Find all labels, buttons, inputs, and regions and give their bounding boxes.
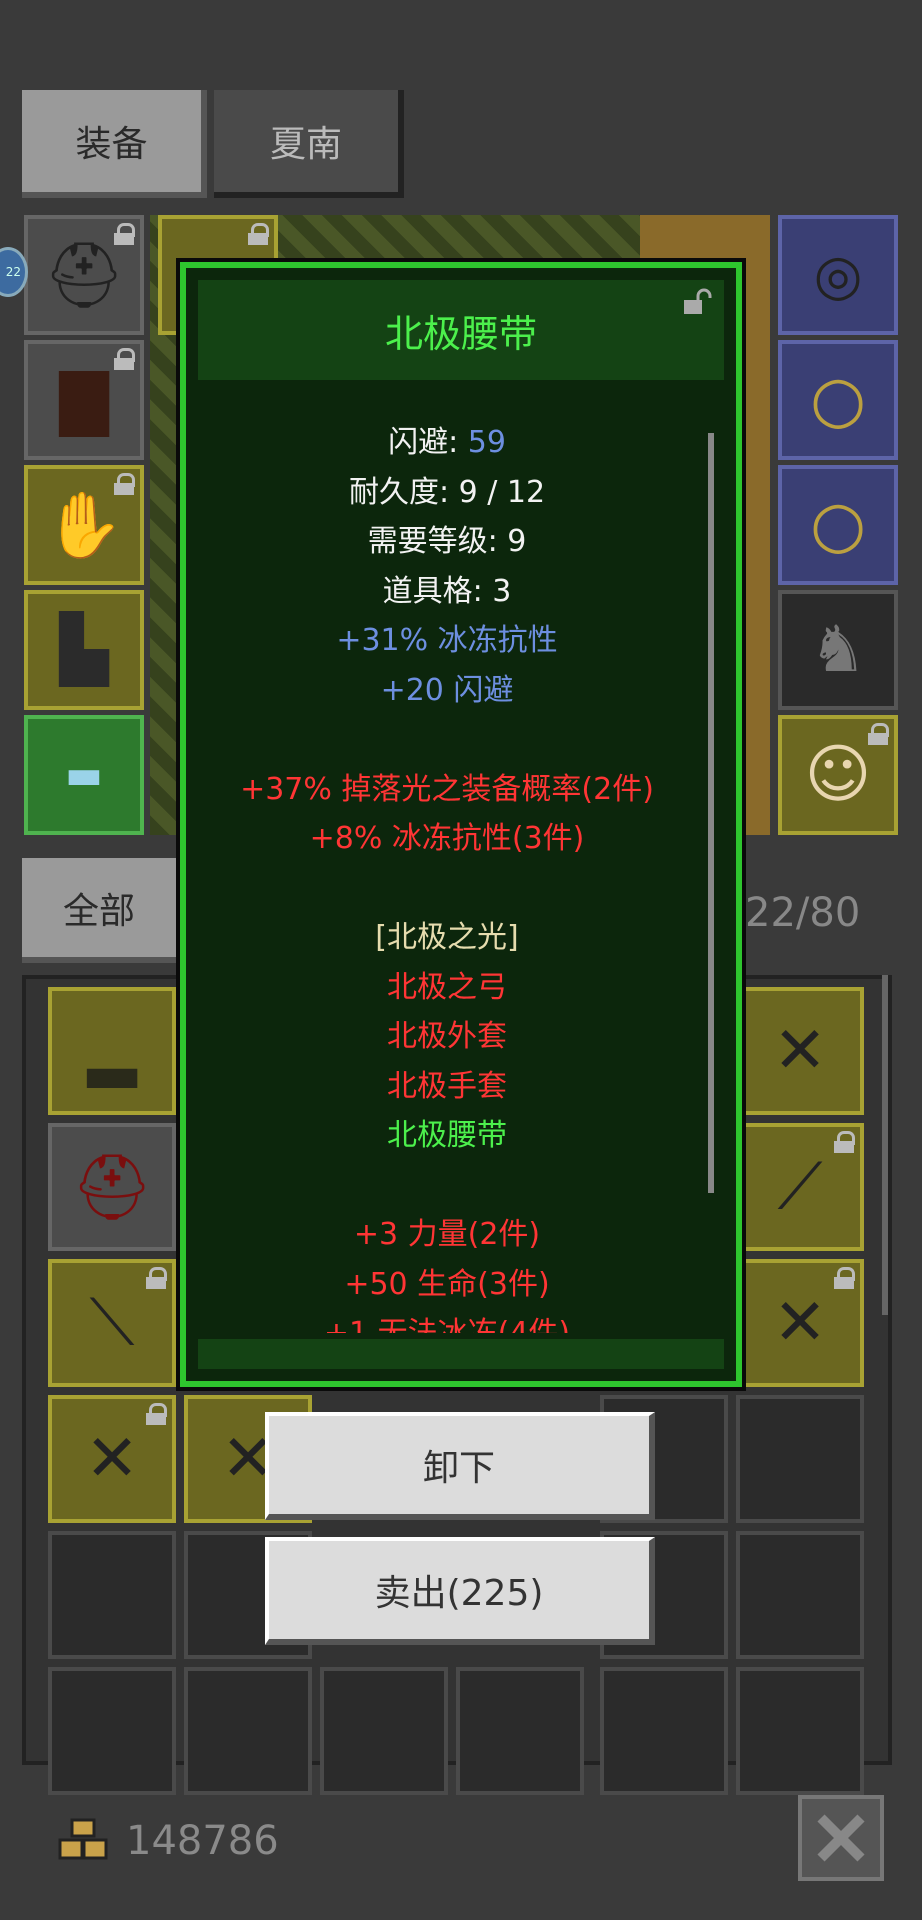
inventory-slot[interactable]: ✕ (736, 987, 864, 1115)
set-bonus: +37% 掉落光之装备概率(2件) (240, 771, 654, 807)
tooltip-footer (198, 1339, 724, 1369)
stat-dodge: 闪避: 59 (388, 425, 506, 460)
tab-character[interactable]: 夏南 (214, 90, 404, 198)
inventory-slot[interactable] (320, 1667, 448, 1795)
stat-durability: 耐久度: 9 / 12 (348, 474, 546, 510)
lock-icon (146, 1403, 167, 1425)
inventory-scrollbar[interactable] (882, 975, 888, 1315)
amulet-slot[interactable]: ◎ (778, 215, 898, 335)
stat-required-level: 需要等级: 9 (367, 524, 527, 559)
item-tooltip: 北极腰带 闪避: 59 耐久度: 9 / 12 需要等级: 9 道具格: 3 +… (180, 262, 742, 1387)
tab-equipment[interactable]: 装备 (22, 90, 207, 198)
boots-slot[interactable]: ▙ (24, 590, 144, 710)
ring-icon: ○ (810, 363, 866, 437)
set-item: 北极之弓 (387, 969, 507, 1005)
ring-icon: ○ (810, 488, 866, 562)
gloves-slot[interactable]: ✋ (24, 465, 144, 585)
lock-icon (834, 1131, 855, 1153)
lock-icon (114, 348, 135, 370)
set-name: [北极之光] (375, 920, 519, 955)
helmet-icon: ⛑ (71, 1150, 153, 1225)
inventory-slot[interactable]: ⛑ (48, 1123, 176, 1251)
tooltip-scrollbar[interactable] (708, 433, 714, 1193)
ring-slot-2[interactable]: ○ (778, 465, 898, 585)
gold-amount: 148786 (126, 1818, 279, 1864)
armor-slot[interactable]: ▇ (24, 340, 144, 460)
unequip-button[interactable]: 卸下 (265, 1412, 655, 1520)
inventory-slot[interactable]: ⟋ (736, 1123, 864, 1251)
pet-slot[interactable]: ♞ (778, 590, 898, 710)
affix: +31% 冰冻抗性 (336, 623, 558, 658)
affix: +20 闪避 (380, 672, 514, 708)
set-bonus: +3 力量(2件) (353, 1217, 541, 1252)
set-item-owned: 北极腰带 (387, 1118, 507, 1153)
close-icon (817, 1814, 865, 1862)
companion-slot[interactable]: ☺ (778, 715, 898, 835)
belt-slot[interactable]: ▬ (24, 715, 144, 835)
item-title: 北极腰带 (384, 311, 537, 356)
inventory-slot[interactable]: ▂ (48, 987, 176, 1115)
inventory-slot[interactable] (456, 1667, 584, 1795)
amulet-icon: ◎ (813, 242, 863, 308)
lock-icon (114, 223, 135, 245)
set-bonus: +1 无法冰冻(4件) (198, 1309, 696, 1333)
inventory-slot[interactable] (600, 1667, 728, 1795)
filter-all-tab[interactable]: 全部 (22, 858, 182, 963)
lock-icon (146, 1267, 167, 1289)
set-item: 北极外套 (387, 1019, 507, 1054)
helmet-slot[interactable]: ⛑ (24, 215, 144, 335)
lock-icon (834, 1267, 855, 1289)
lock-icon (868, 723, 889, 745)
boots-icon: ▙ (59, 613, 109, 687)
set-item: 北极手套 (387, 1068, 507, 1104)
close-button[interactable] (798, 1795, 884, 1881)
inventory-slot[interactable]: ✕ (736, 1259, 864, 1387)
inventory-slot[interactable] (736, 1395, 864, 1523)
unlock-icon (684, 288, 712, 314)
inventory-slot[interactable] (736, 1531, 864, 1659)
belt-icon: ▬ (65, 752, 103, 798)
item-stats: 闪避: 59 耐久度: 9 / 12 需要等级: 9 道具格: 3 +31% 冰… (198, 418, 696, 1333)
inventory-slot[interactable]: ⟍ (48, 1259, 176, 1387)
set-bonus: +50 生命(3件) (344, 1266, 550, 1302)
armor-icon: ▂ (87, 1014, 137, 1088)
set-bonus: +8% 冰冻抗性(3件) (309, 821, 585, 856)
stat-item-slots: 道具格: 3 (382, 573, 512, 609)
inventory-slot[interactable] (48, 1531, 176, 1659)
pet-icon: ♞ (809, 613, 867, 687)
inventory-slot[interactable]: ✕ (48, 1395, 176, 1523)
inventory-slot[interactable] (736, 1667, 864, 1795)
crossed-swords-icon: ✕ (773, 1014, 827, 1088)
lock-icon (248, 223, 269, 245)
lock-icon (114, 473, 135, 495)
item-name: 北极腰带 (198, 280, 724, 380)
sell-button[interactable]: 卖出(225) (265, 1537, 655, 1645)
ring-slot-1[interactable]: ○ (778, 340, 898, 460)
inventory-slot[interactable] (48, 1667, 176, 1795)
bag-capacity: 22/80 (745, 890, 861, 936)
inventory-slot[interactable] (184, 1667, 312, 1795)
gold-icon (58, 1818, 108, 1860)
